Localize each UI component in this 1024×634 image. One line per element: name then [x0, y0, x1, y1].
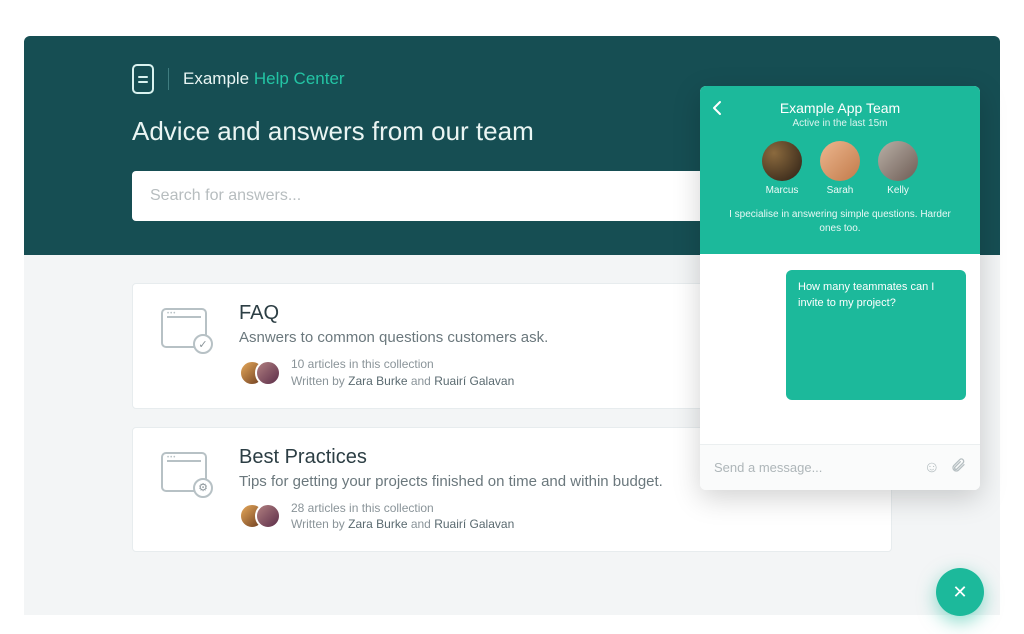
help-center-page: Example Help Center Advice and answers f…	[0, 0, 1024, 634]
brand-title: Example Help Center	[183, 69, 345, 89]
chat-widget: Example App Team Active in the last 15m …	[700, 86, 980, 490]
brand-suffix: Help Center	[254, 69, 345, 88]
person-name: Sarah	[827, 185, 854, 196]
author-avatars	[239, 360, 281, 386]
gear-badge-icon: ⚙	[193, 478, 213, 498]
author-avatars	[239, 503, 281, 529]
chat-blurb: I specialise in answering simple questio…	[716, 208, 964, 236]
chat-person: Kelly	[878, 141, 918, 196]
chat-person: Marcus	[762, 141, 802, 196]
chevron-left-icon	[712, 100, 722, 116]
card-meta-text: 10 articles in this collection Written b…	[291, 356, 514, 390]
article-count: 10 articles in this collection	[291, 356, 514, 373]
brand-name: Example	[183, 69, 249, 88]
attachment-icon[interactable]	[950, 457, 966, 478]
avatar	[255, 360, 281, 386]
avatar	[878, 141, 918, 181]
chat-subtitle: Active in the last 15m	[716, 118, 964, 129]
card-meta-text: 28 articles in this collection Written b…	[291, 500, 514, 534]
window-check-icon: ••• ✓	[161, 308, 207, 348]
chat-title: Example App Team	[716, 100, 964, 116]
chat-person: Sarah	[820, 141, 860, 196]
brand-divider	[168, 68, 169, 90]
window-gear-icon: ••• ⚙	[161, 452, 207, 492]
chat-close-fab[interactable]: ✕	[936, 568, 984, 616]
person-name: Kelly	[887, 185, 909, 196]
emoji-icon[interactable]: ☺	[924, 459, 940, 477]
chat-header: Example App Team Active in the last 15m …	[700, 86, 980, 254]
avatar	[255, 503, 281, 529]
chat-input-row: ☺	[700, 444, 980, 490]
authors-line: Written by Zara Burke and Ruairí Galavan	[291, 373, 514, 390]
chat-message-outgoing: How many teammates can I invite to my pr…	[786, 270, 966, 400]
avatar	[820, 141, 860, 181]
authors-line: Written by Zara Burke and Ruairí Galavan	[291, 516, 514, 533]
article-count: 28 articles in this collection	[291, 500, 514, 517]
card-icon-col: ••• ✓	[155, 302, 213, 390]
avatar	[762, 141, 802, 181]
person-name: Marcus	[766, 185, 799, 196]
chat-people: Marcus Sarah Kelly	[716, 141, 964, 196]
card-icon-col: ••• ⚙	[155, 446, 213, 534]
chat-back-button[interactable]	[712, 100, 722, 121]
chat-input[interactable]	[714, 460, 914, 475]
check-badge-icon: ✓	[193, 334, 213, 354]
card-meta: 28 articles in this collection Written b…	[239, 500, 869, 534]
close-icon: ✕	[952, 582, 967, 603]
chat-body: How many teammates can I invite to my pr…	[700, 254, 980, 444]
brand-logo-icon	[132, 64, 154, 94]
